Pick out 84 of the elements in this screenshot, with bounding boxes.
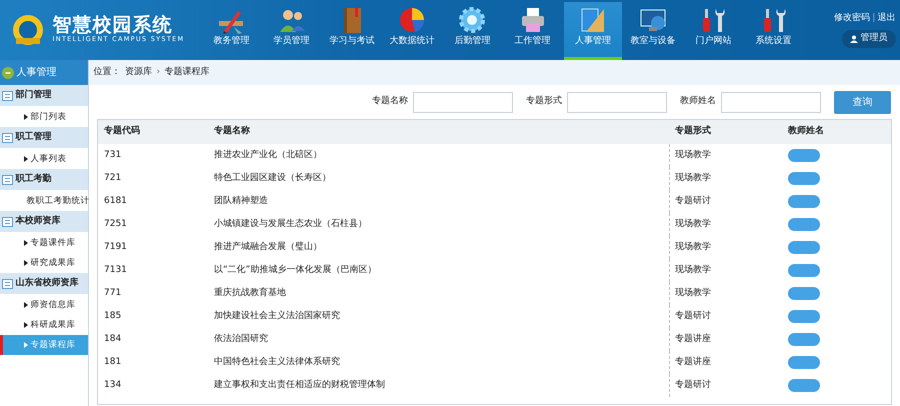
bullet-icon [2, 66, 14, 78]
table-cell-text: 现场教学 [674, 286, 712, 300]
breadcrumb-link[interactable]: 专题课程库 [164, 66, 210, 80]
table-cell: 团队精神塑造 [208, 190, 670, 213]
input-field[interactable] [566, 92, 666, 112]
input-field[interactable] [720, 92, 820, 112]
column-header: 教师姓名 [786, 124, 825, 138]
caret-icon [24, 240, 28, 246]
caret-icon [24, 260, 28, 266]
nav-tab[interactable]: 人事管理 [564, 2, 622, 60]
nav-tab[interactable]: 门户网站 [684, 2, 742, 60]
table-cell-text: 7251 [103, 218, 128, 231]
sidebar-group[interactable]: 职工考勤 [0, 169, 88, 191]
sidebar-group[interactable]: 山东省校师资库 [0, 273, 88, 295]
nav-tab[interactable]: 教室与设备 [624, 2, 682, 60]
table-cell: 建立事权和支出责任相适应的财税管理体制 [208, 374, 670, 397]
nav-tab[interactable]: 工作管理 [504, 2, 562, 60]
table-cell: 推进农业产业化（北碚区） [208, 144, 670, 167]
table-cell-text: 现场教学 [674, 240, 712, 254]
column-header: 专题代码 [103, 124, 141, 138]
nav-tab[interactable]: 系统设置 [744, 2, 802, 60]
table-cell-text: 现场教学 [674, 148, 712, 162]
list-icon [2, 174, 14, 184]
table-cell-text: 现场教学 [674, 264, 712, 277]
sidebar-title: 人事管理 [16, 66, 56, 80]
table-cell-text: 专题研讨 [674, 310, 712, 323]
table-cell-text: 771 [103, 286, 122, 300]
breadcrumb-label: 位置： [94, 66, 120, 79]
sidebar-group[interactable]: 职工管理 [0, 127, 88, 149]
nav-tab[interactable]: 后勤管理 [443, 2, 502, 60]
table-cell-text: 721 [103, 172, 122, 185]
list-icon [2, 90, 14, 100]
table-cell: 小城镇建设与发展生态农业（石柱县） [208, 213, 670, 236]
column-header: 专题形式 [674, 124, 712, 138]
sidebar-group[interactable]: 本校师资库 [0, 211, 88, 233]
caret-icon [24, 156, 28, 162]
pie-chart-icon [397, 5, 427, 35]
list-icon [2, 278, 14, 288]
table-cell-text: 专题讲座 [674, 332, 712, 346]
table-cell-text: 7131 [103, 264, 128, 277]
sidebar-group[interactable]: 部门管理 [0, 85, 88, 107]
input-field[interactable] [412, 92, 512, 112]
user-icon [850, 35, 858, 43]
nav-tab[interactable]: 学员管理 [262, 2, 320, 60]
table-cell-text: 181 [103, 356, 122, 369]
link-separator: | [872, 12, 876, 26]
table-cell-text: 现场教学 [674, 172, 712, 185]
filter-label: 专题形式 [526, 95, 562, 108]
list-icon [2, 132, 14, 142]
table-cell: 中国特色社会主义法律体系研究 [208, 351, 670, 374]
table-cell-text: 7191 [103, 240, 128, 254]
table-cell-text: 专题讲座 [674, 356, 712, 369]
list-icon [2, 216, 14, 226]
table-cell: 加快建设社会主义法治国家研究 [208, 305, 670, 328]
table-cell-text: 6181 [103, 194, 128, 208]
header-link[interactable]: 修改密码 [834, 12, 870, 26]
column-header: 专题名称 [213, 124, 251, 138]
table-cell: 特色工业园区建设（长寿区） [208, 167, 670, 190]
user-button[interactable]: 管理员 [842, 30, 896, 48]
settings-icon [457, 5, 488, 35]
filter-label: 教师姓名 [680, 95, 716, 108]
caret-icon [24, 114, 28, 120]
table-cell: 推进产城融合发展（璧山） [208, 236, 670, 259]
table-cell-text: 134 [103, 378, 122, 392]
nav-tab[interactable]: 学习与考试 [322, 2, 381, 60]
nav-tab[interactable]: 教务管理 [202, 2, 260, 60]
table-cell-text: 731 [103, 148, 122, 162]
table-cell: 依法治国研究 [208, 328, 670, 351]
filter-label: 专题名称 [372, 95, 408, 108]
breadcrumb-separator: › [156, 66, 160, 79]
table-cell-text: 185 [103, 310, 122, 323]
header-link[interactable]: 退出 [878, 12, 896, 26]
table-cell-text: 专题研讨 [674, 378, 712, 392]
table-cell-text: 现场教学 [674, 218, 712, 231]
table-cell: 以“二化”助推城乡一体化发展（巴南区） [208, 259, 670, 282]
app-title: 智慧校园系统 [52, 16, 174, 35]
caret-icon [24, 342, 28, 348]
caret-icon [24, 302, 28, 308]
breadcrumb-link[interactable]: 资源库 [125, 66, 152, 80]
table-cell-text: 专题研讨 [674, 194, 712, 208]
table-cell-text: 184 [103, 332, 122, 346]
caret-icon [24, 322, 28, 328]
table-cell: 重庆抗战教育基地 [208, 282, 670, 305]
nav-tab[interactable]: 大数据统计 [383, 2, 441, 60]
